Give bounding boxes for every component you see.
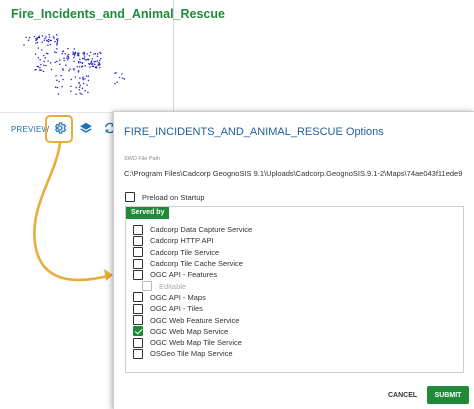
service-label: Cadcorp Tile Service [150, 247, 220, 257]
service-label: Editable [159, 281, 187, 291]
service-checkbox[interactable] [133, 326, 143, 337]
service-row[interactable]: OGC API - Tiles [133, 303, 252, 314]
service-row[interactable]: OGC API - Maps [133, 292, 252, 303]
map-thumbnail[interactable] [2, 30, 172, 105]
service-row[interactable]: Cadcorp HTTP API [133, 235, 252, 246]
service-checkbox[interactable] [133, 315, 143, 326]
preview-button[interactable]: PREVIEW [11, 125, 49, 134]
service-checkbox[interactable] [133, 235, 143, 246]
gear-highlight-box [45, 115, 73, 143]
service-label: OGC Web Feature Service [150, 315, 240, 325]
service-row[interactable]: OGC API - Features [133, 269, 252, 280]
layers-icon[interactable] [79, 121, 93, 135]
swd-path-field[interactable]: C:\Program Files\Cadcorp GeognoSIS 9.1\U… [124, 169, 472, 178]
service-row: Editable [142, 280, 252, 292]
service-label: Cadcorp Tile Cache Service [150, 259, 243, 269]
swd-path-label: SWD File Path [124, 156, 161, 162]
service-label: Cadcorp HTTP API [150, 236, 214, 246]
cancel-button[interactable]: CANCEL [382, 387, 420, 404]
service-row[interactable]: OSGeo Tile Map Service [133, 348, 252, 359]
service-checkbox[interactable] [133, 269, 143, 280]
preload-label: Preload on Startup [142, 192, 205, 202]
service-label: OGC API - Tiles [150, 304, 203, 314]
service-label: OGC Web Map Tile Service [150, 338, 242, 348]
service-row[interactable]: OGC Web Feature Service [133, 314, 252, 326]
service-checkbox[interactable] [133, 303, 143, 314]
service-label: OSGeo Tile Map Service [150, 349, 233, 359]
submit-button[interactable]: SUBMIT [427, 386, 469, 404]
service-row[interactable]: OGC Web Map Tile Service [133, 337, 252, 348]
service-row[interactable]: Cadcorp Tile Cache Service [133, 258, 252, 269]
service-row[interactable]: Cadcorp Tile Service [133, 247, 252, 258]
map-card-title: Fire_Incidents_and_Animal_Rescue [11, 7, 225, 21]
service-label: OGC Web Map Service [150, 326, 229, 336]
dialog-title: FIRE_INCIDENTS_AND_ANIMAL_RESCUE Options [124, 126, 384, 138]
service-checkbox[interactable] [133, 337, 143, 348]
options-dialog: FIRE_INCIDENTS_AND_ANIMAL_RESCUE Options… [113, 111, 474, 409]
served-by-group: Served by Cadcorp Data Capture Service Ca… [125, 206, 464, 373]
service-checkbox[interactable] [133, 247, 143, 258]
service-list: Cadcorp Data Capture Service Cadcorp HTTP… [133, 224, 252, 360]
service-label: OGC API - Features [150, 270, 218, 280]
service-checkbox[interactable] [133, 292, 143, 303]
service-row[interactable]: OGC Web Map Service [133, 326, 252, 337]
preload-row[interactable]: Preload on Startup [125, 192, 205, 202]
served-by-tag: Served by [126, 207, 170, 219]
service-label: OGC API - Maps [150, 292, 206, 302]
service-checkbox [142, 281, 152, 292]
service-checkbox[interactable] [133, 258, 143, 269]
service-row[interactable]: Cadcorp Data Capture Service [133, 224, 252, 235]
service-label: Cadcorp Data Capture Service [150, 225, 253, 235]
preload-checkbox[interactable] [125, 192, 135, 202]
service-checkbox[interactable] [133, 348, 143, 359]
service-checkbox[interactable] [133, 224, 143, 235]
